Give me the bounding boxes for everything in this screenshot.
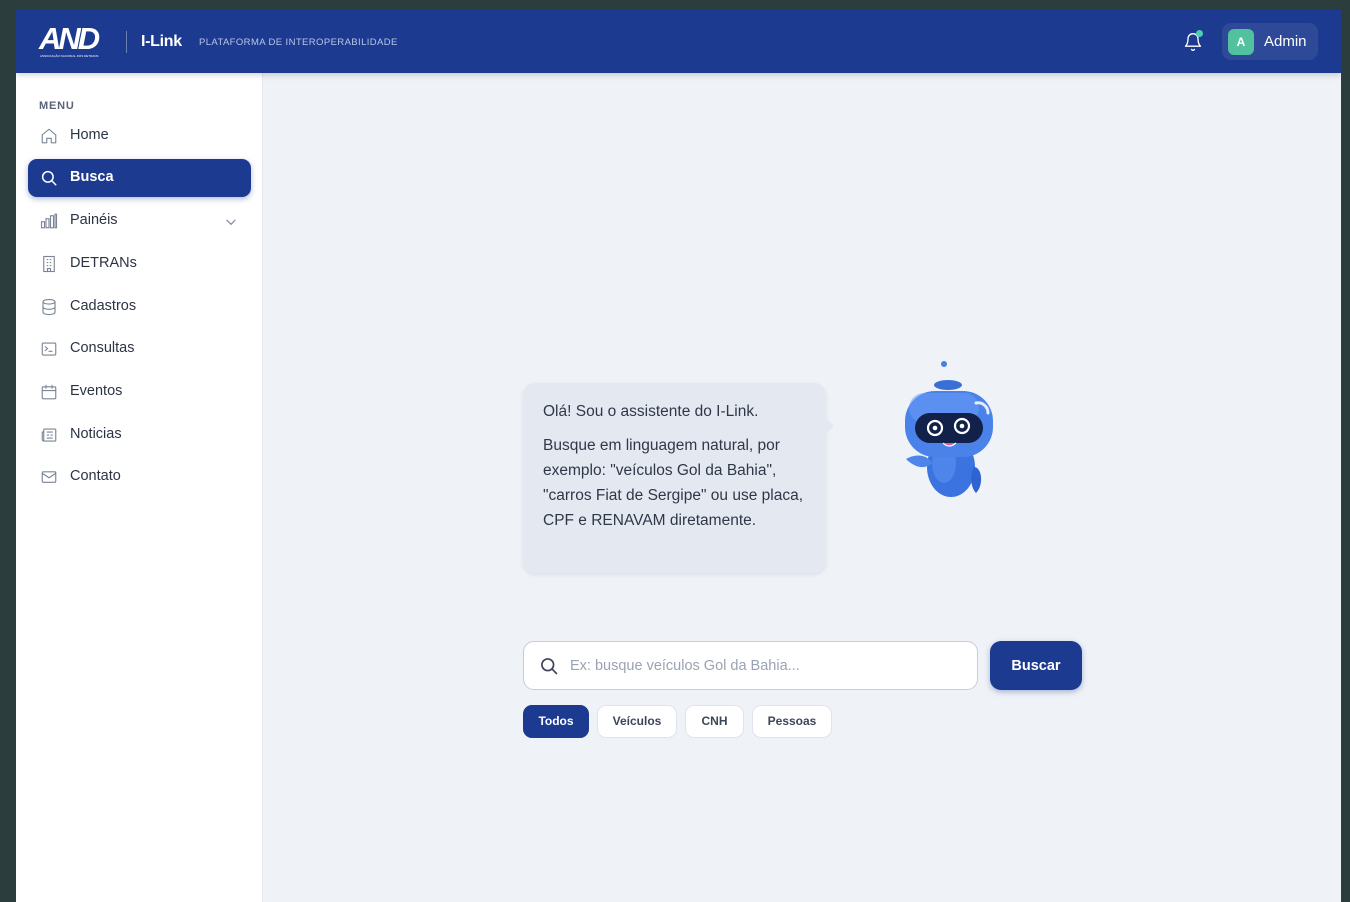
user-name: Admin (1264, 33, 1307, 50)
logo-subtext: ASSOCIAÇÃO NACIONAL DOS DETRANS (40, 54, 99, 58)
sidebar-item-contato[interactable]: Contato (28, 458, 251, 496)
sidebar-item-label: Busca (70, 169, 114, 185)
terminal-icon (40, 340, 58, 358)
sidebar-item-detrans[interactable]: DETRANs (28, 245, 251, 283)
assistant-greeting: Olá! Sou o assistente do I-Link. (543, 403, 759, 420)
assistant-message: Busque em linguagem natural, por exemplo… (543, 437, 804, 529)
sidebar-item-cadastros[interactable]: Cadastros (28, 288, 251, 326)
search-button[interactable]: Buscar (990, 641, 1082, 690)
search-box (523, 641, 978, 690)
sidebar-item-home[interactable]: Home (28, 117, 251, 155)
building-icon (40, 255, 58, 273)
search-icon (539, 656, 559, 676)
sidebar-item-label: DETRANs (70, 255, 137, 271)
search-input[interactable] (570, 654, 965, 678)
sidebar-item-eventos[interactable]: Eventos (28, 373, 251, 411)
and-logo[interactable]: AND ASSOCIAÇÃO NACIONAL DOS DETRANS (39, 21, 111, 60)
filter-chip-todos[interactable]: Todos (523, 705, 589, 738)
logo-text: AND (39, 21, 100, 56)
sidebar-item-label: Consultas (70, 340, 135, 356)
avatar: A (1228, 29, 1254, 55)
search-icon (40, 169, 58, 187)
filter-chip-veiculos[interactable]: Veículos (597, 705, 677, 738)
sidebar-item-consultas[interactable]: Consultas (28, 330, 251, 368)
chevron-down-icon[interactable] (224, 215, 238, 229)
filter-chip-cnh[interactable]: CNH (685, 705, 744, 738)
calendar-icon (40, 383, 58, 401)
app-window: AND ASSOCIAÇÃO NACIONAL DOS DETRANS I-Li… (16, 10, 1341, 902)
assistant-message-bubble: Olá! Sou o assistente do I-Link. Busque … (523, 383, 826, 573)
home-icon (40, 127, 58, 145)
user-menu-button[interactable]: A Admin (1222, 23, 1318, 60)
database-icon (40, 298, 58, 316)
sidebar-item-label: Home (70, 127, 109, 143)
bar-chart-icon (40, 212, 58, 230)
robot-mascot-icon (896, 355, 1001, 505)
sidebar-item-label: Painéis (70, 212, 118, 228)
app-subtitle: PLATAFORMA DE INTEROPERABILIDADE (199, 37, 398, 48)
sidebar-item-label: Noticias (70, 426, 122, 442)
filter-chip-pessoas[interactable]: Pessoas (752, 705, 832, 738)
mail-icon (40, 468, 58, 486)
menu-title: MENU (39, 100, 75, 112)
sidebar-item-busca[interactable]: Busca (28, 159, 251, 197)
header-divider (126, 31, 127, 53)
sidebar-item-paineis[interactable]: Painéis (28, 202, 251, 240)
sidebar-item-label: Contato (70, 468, 121, 484)
app-name: I-Link (141, 33, 182, 50)
sidebar-item-label: Cadastros (70, 298, 137, 314)
sidebar-item-noticias[interactable]: Noticias (28, 416, 251, 454)
sidebar: MENU Home Busca Painéis DETRANs Cadastro… (16, 73, 263, 902)
notification-dot (1196, 30, 1203, 37)
sidebar-item-label: Eventos (70, 383, 123, 399)
top-header: AND ASSOCIAÇÃO NACIONAL DOS DETRANS I-Li… (16, 10, 1341, 73)
newspaper-icon (40, 426, 58, 444)
